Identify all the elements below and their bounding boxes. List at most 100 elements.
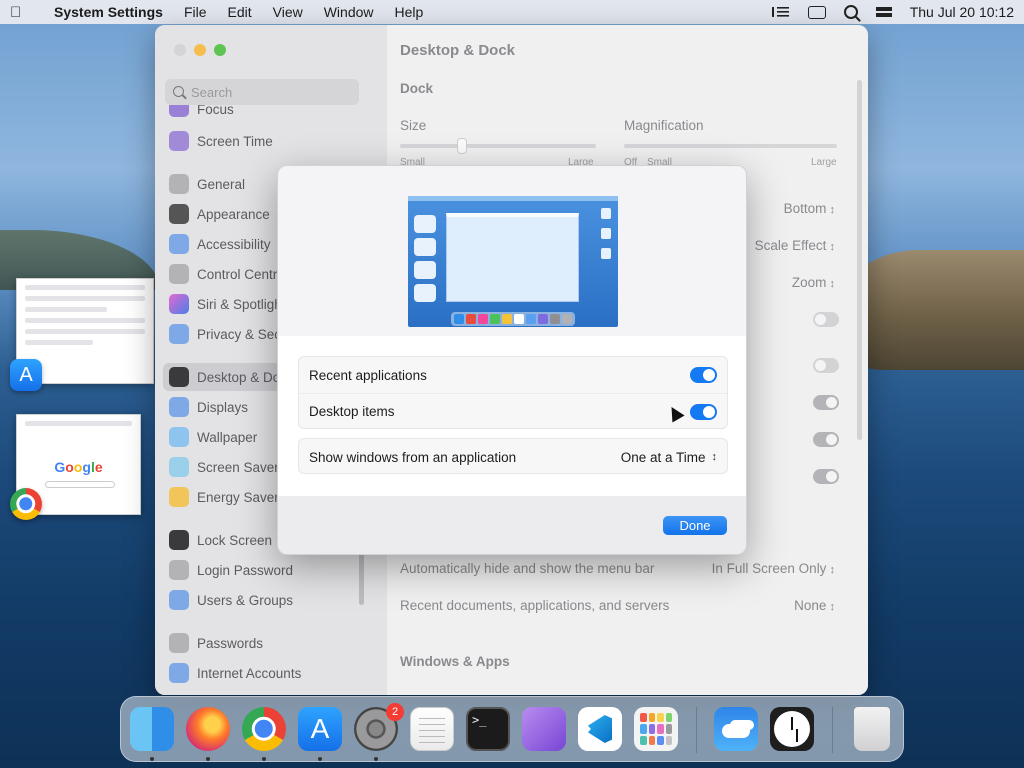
- close-button[interactable]: [174, 44, 186, 56]
- sheet-windows-group: Show windows from an application One at …: [298, 438, 728, 474]
- zoom-button[interactable]: [214, 44, 226, 56]
- key-icon: [169, 560, 189, 580]
- sidebar-item-siri-spotlight[interactable]: Siri & Spotlight: [169, 293, 286, 315]
- menu-app-name[interactable]: System Settings: [54, 4, 163, 20]
- accessibility-icon: [169, 234, 189, 254]
- notification-badge: 2: [386, 703, 404, 721]
- setting-toggle-2[interactable]: [813, 358, 839, 373]
- sidebar-item-screen-saver[interactable]: Screen Saver: [169, 456, 279, 478]
- stage-manager-icon[interactable]: [771, 5, 790, 19]
- show-windows-row: Show windows from an application One at …: [299, 439, 727, 475]
- sidebar-item-internet-accounts[interactable]: Internet Accounts: [169, 662, 301, 684]
- search-icon: [173, 86, 184, 97]
- control-centre-icon[interactable]: [875, 5, 892, 19]
- dock: A 2 >_: [120, 696, 904, 762]
- focus-icon: [169, 105, 189, 117]
- menu-help[interactable]: Help: [395, 4, 424, 20]
- show-windows-value: One at a Time: [620, 449, 706, 465]
- sidebar-search-input[interactable]: Search: [165, 79, 359, 105]
- minimize-button[interactable]: [194, 44, 206, 56]
- trash-icon[interactable]: [854, 707, 890, 751]
- chrome-icon[interactable]: [242, 707, 286, 751]
- window-icon[interactable]: [807, 5, 826, 19]
- apple-icon[interactable]: : [10, 4, 38, 21]
- system-settings-icon[interactable]: 2: [354, 703, 404, 751]
- setting-toggle-1[interactable]: [813, 312, 839, 327]
- setting-toggle-3[interactable]: [813, 395, 839, 410]
- menu-file[interactable]: File: [184, 4, 207, 20]
- app-store-icon[interactable]: A: [298, 707, 342, 751]
- sidebar-item-users-groups[interactable]: Users & Groups: [169, 589, 293, 611]
- menu-bar:  System Settings File Edit View Window …: [0, 0, 1024, 24]
- window-controls: [174, 44, 226, 56]
- recent-applications-row: Recent applications: [299, 357, 727, 393]
- control-centre-icon: [169, 264, 189, 284]
- dock-position-popup[interactable]: Bottom: [784, 201, 835, 216]
- menu-window[interactable]: Window: [324, 4, 374, 20]
- terminal-icon[interactable]: >_: [466, 707, 510, 751]
- content-scrollbar[interactable]: [857, 80, 862, 440]
- firefox-icon[interactable]: [186, 707, 230, 751]
- app-store-side-icon[interactable]: A: [10, 359, 42, 391]
- minimize-effect-popup[interactable]: Scale Effect: [755, 238, 835, 253]
- hand-icon: [169, 324, 189, 344]
- lock-icon: [169, 530, 189, 550]
- sidebar-item-login-password[interactable]: Login Password: [169, 559, 293, 581]
- menu-bar-hide-popup[interactable]: In Full Screen Only: [712, 561, 835, 576]
- mag-large-label: Large: [811, 157, 837, 168]
- menu-bar-hide-label: Automatically hide and show the menu bar: [400, 561, 655, 576]
- visual-studio-icon[interactable]: [522, 707, 566, 751]
- sheet-preview-area: [278, 166, 746, 336]
- sidebar-item-control-centre[interactable]: Control Centre: [169, 263, 285, 285]
- recent-applications-toggle[interactable]: [690, 367, 717, 383]
- sidebar-item-displays[interactable]: Displays: [169, 396, 248, 418]
- sidebar-item-general[interactable]: General: [169, 173, 245, 195]
- size-label: Size: [400, 118, 427, 133]
- sidebar-item-appearance[interactable]: Appearance: [169, 203, 270, 225]
- launchpad-icon[interactable]: [634, 707, 678, 751]
- desktop-items-label: Desktop items: [309, 404, 395, 419]
- key-icon: [169, 633, 189, 653]
- at-icon: [169, 663, 189, 683]
- sidebar-item-energy-saver[interactable]: Energy Saver: [169, 486, 279, 508]
- magnification-label: Magnification: [624, 118, 704, 133]
- textedit-icon[interactable]: [410, 707, 454, 751]
- finder-icon[interactable]: [130, 707, 174, 751]
- sidebar-item-lock-screen[interactable]: Lock Screen: [169, 529, 272, 551]
- menu-clock[interactable]: Thu Jul 20 10:12: [910, 4, 1014, 20]
- spotlight-search-icon[interactable]: [843, 5, 858, 19]
- sidebar-item-screen-time[interactable]: Screen Time: [169, 130, 273, 152]
- gear-icon: [169, 174, 189, 194]
- search-placeholder: Search: [191, 84, 233, 100]
- chrome-side-icon[interactable]: [10, 488, 42, 520]
- stage-manager-preview-image: [408, 196, 618, 327]
- sheet-toggle-group: Recent applications Desktop items: [298, 356, 728, 429]
- lightbulb-icon: [169, 487, 189, 507]
- weather-icon[interactable]: [714, 707, 758, 751]
- setting-toggle-4[interactable]: [813, 432, 839, 447]
- clock-icon[interactable]: [770, 707, 814, 751]
- done-button[interactable]: Done: [663, 516, 727, 535]
- sidebar-item-passwords[interactable]: Passwords: [169, 632, 263, 654]
- desktop-items-row: Desktop items: [299, 393, 727, 429]
- desktop-items-toggle[interactable]: [690, 403, 717, 420]
- sidebar-item-wallpaper[interactable]: Wallpaper: [169, 426, 257, 448]
- magnification-slider[interactable]: [624, 144, 837, 148]
- users-icon: [169, 590, 189, 610]
- vscode-icon[interactable]: [578, 707, 622, 751]
- sidebar-item-focus[interactable]: Focus: [169, 105, 234, 117]
- hourglass-icon: [169, 131, 189, 151]
- double-click-popup[interactable]: Zoom: [792, 275, 835, 290]
- setting-toggle-5[interactable]: [813, 469, 839, 484]
- size-slider-knob[interactable]: [457, 138, 467, 154]
- screen-saver-icon: [169, 457, 189, 477]
- sidebar-item-accessibility[interactable]: Accessibility: [169, 233, 271, 255]
- size-slider[interactable]: [400, 144, 596, 148]
- wallpaper-icon: [169, 427, 189, 447]
- show-windows-popup[interactable]: One at a Time ↕: [621, 450, 717, 465]
- recent-documents-popup[interactable]: None: [794, 598, 835, 613]
- google-logo: Google: [54, 459, 103, 475]
- menu-edit[interactable]: Edit: [228, 4, 252, 20]
- dock-section-heading: Dock: [400, 81, 434, 96]
- menu-view[interactable]: View: [273, 4, 303, 20]
